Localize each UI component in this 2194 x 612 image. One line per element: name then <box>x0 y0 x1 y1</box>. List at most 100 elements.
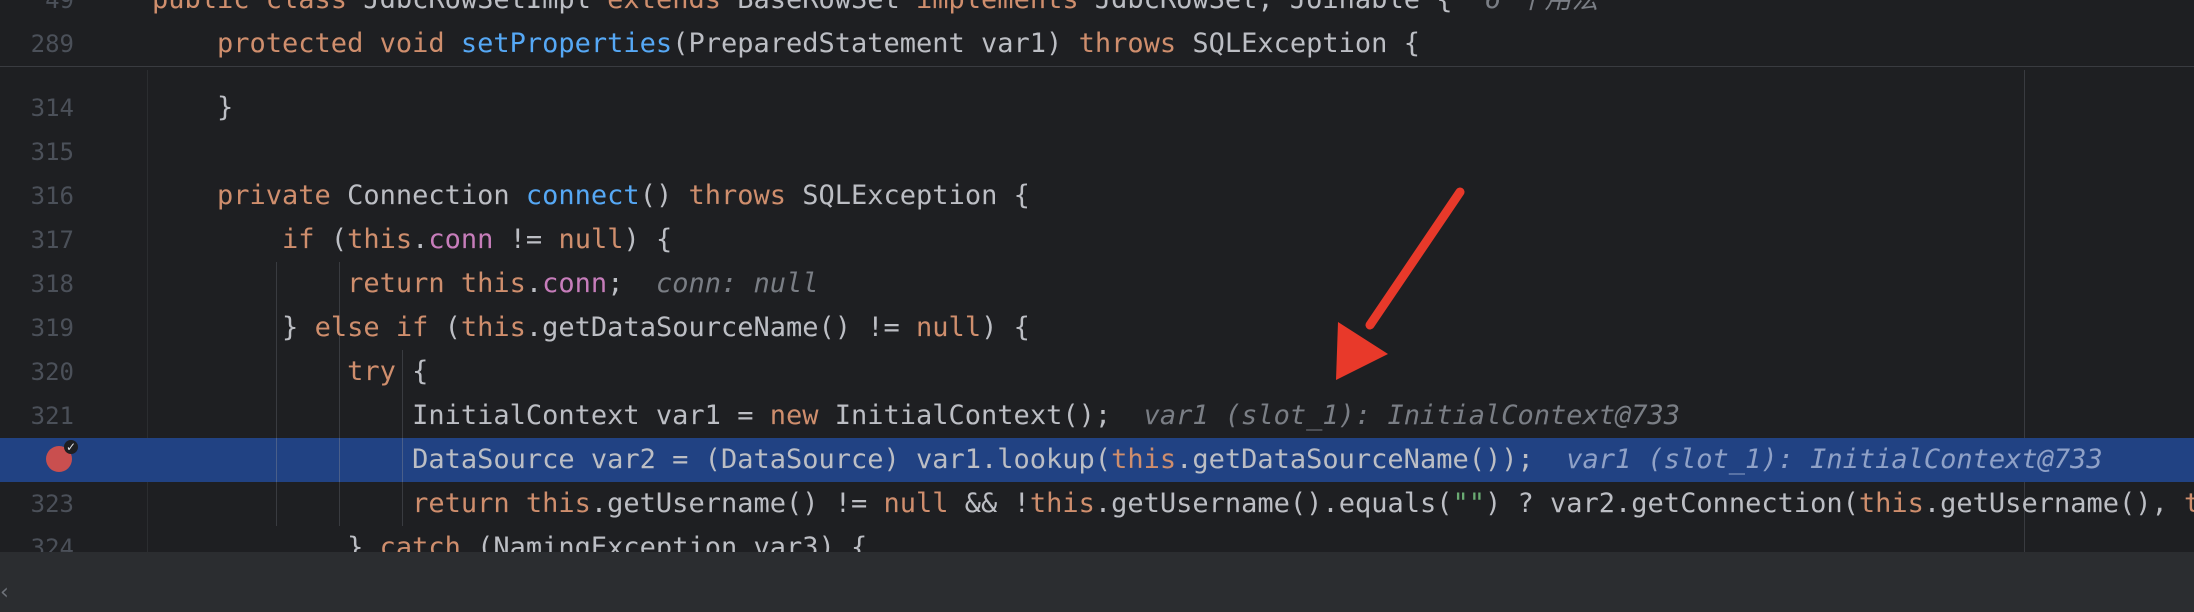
breakpoint-icon[interactable]: ✓ <box>46 440 78 472</box>
line-number[interactable]: 289 <box>0 22 74 66</box>
sticky-line[interactable]: 49 public class JdbcRowSetImpl extends Ba… <box>0 0 2194 22</box>
line-number[interactable]: 315 <box>0 130 74 174</box>
code-line[interactable]: 315 <box>0 130 2194 174</box>
line-number[interactable]: 317 <box>0 218 74 262</box>
code-token: ) { <box>623 224 673 255</box>
line-number[interactable]: 316 <box>0 174 74 218</box>
code-token: () <box>639 180 689 211</box>
chevron-left-icon[interactable]: ‹ <box>0 582 9 604</box>
line-number[interactable]: 319 <box>0 306 74 350</box>
code-token: new <box>769 400 835 431</box>
code-token: .getDataSourceName() != <box>525 312 917 343</box>
line-number[interactable]: 318 <box>0 262 74 306</box>
code-token: implements <box>916 0 1095 15</box>
sticky-header-separator <box>0 66 2194 67</box>
code-token: throws <box>688 180 803 211</box>
code-token: .getUsername().equals( <box>1094 488 1453 519</box>
code-token: Connection <box>347 180 526 211</box>
code-token: (NamingException var3) { <box>477 532 868 552</box>
code-token: protected void <box>152 28 461 59</box>
code-token: != <box>493 224 559 255</box>
code-token: this <box>1029 488 1095 519</box>
code-text[interactable]: InitialContext var1 = new InitialContext… <box>152 394 1680 438</box>
code-line[interactable]: 324 } catch (NamingException var3) { <box>0 526 2194 552</box>
code-token: SQLException { <box>1192 28 1420 59</box>
code-token: SQLException { <box>802 180 1030 211</box>
code-text[interactable]: } else if (this.getDataSourceName() != n… <box>152 306 1030 350</box>
code-token: this <box>1858 488 1924 519</box>
code-editor[interactable]: 314 } 315 316 private Connection connect()… <box>0 0 2194 552</box>
code-token: null <box>916 312 982 343</box>
code-text[interactable]: try { <box>152 350 428 394</box>
code-token: this <box>1111 444 1177 475</box>
code-token: JdbcRowSet, Joinable { <box>1095 0 1485 15</box>
code-line[interactable]: 314 } <box>0 86 2194 130</box>
code-token: conn <box>428 224 494 255</box>
code-text[interactable]: protected void setProperties(PreparedSta… <box>152 22 1420 66</box>
code-text[interactable]: if (this.conn != null) { <box>152 218 672 262</box>
code-token: && ! <box>948 488 1030 519</box>
code-text[interactable]: public class JdbcRowSetImpl extends Base… <box>152 0 1599 22</box>
code-token: .getUsername() != <box>590 488 884 519</box>
code-token: . <box>412 224 429 255</box>
code-token: . <box>525 268 543 299</box>
line-number[interactable]: 49 <box>0 0 74 22</box>
code-token: InitialContext(); <box>834 400 1144 431</box>
sticky-line[interactable]: 289 protected void setProperties(Prepare… <box>0 22 2194 66</box>
code-token: BaseRowSet <box>737 0 916 15</box>
code-token: .getUsername(), <box>1923 488 2184 519</box>
line-number[interactable]: 321 <box>0 394 74 438</box>
line-number[interactable]: 323 <box>0 482 74 526</box>
code-token: } <box>152 312 315 343</box>
code-token: DataSource var2 = (DataSource) var1.look… <box>152 444 1112 475</box>
code-token: InitialContext var1 = <box>152 400 770 431</box>
code-token: extends <box>607 0 737 15</box>
code-token: public class <box>152 0 363 15</box>
code-token: { <box>412 356 429 387</box>
code-text[interactable]: DataSource var2 = (DataSource) var1.look… <box>152 438 2103 482</box>
code-token: null <box>558 224 624 255</box>
code-token: } <box>152 92 234 123</box>
code-token: private <box>152 180 348 211</box>
code-token: ( <box>444 312 461 343</box>
status-bar: ‹ <box>0 552 2194 612</box>
code-text[interactable]: return this.conn; conn: null <box>152 262 818 306</box>
line-number[interactable]: 314 <box>0 86 74 130</box>
check-icon: ✓ <box>64 440 78 454</box>
code-token: throws <box>1078 28 1193 59</box>
sticky-scroll-header[interactable]: 49 public class JdbcRowSetImpl extends Ba… <box>0 0 2194 70</box>
code-token: this <box>460 312 526 343</box>
code-line[interactable]: 319 } else if (this.getDataSourceName() … <box>0 306 2194 350</box>
line-number[interactable]: 324 <box>0 526 74 552</box>
code-token: this <box>347 224 413 255</box>
code-token: ) ? var2.getConnection( <box>1485 488 1859 519</box>
code-text[interactable]: private Connection connect() throws SQLE… <box>152 174 1030 218</box>
code-line[interactable]: 321 InitialContext var1 = new InitialCon… <box>0 394 2194 438</box>
code-token: JdbcRowSetImpl <box>363 0 607 15</box>
code-text[interactable]: } catch (NamingException var3) { <box>152 526 867 552</box>
code-line[interactable]: 316 private Connection connect() throws … <box>0 174 2194 218</box>
code-text[interactable]: return this.getUsername() != null && !th… <box>152 482 2194 526</box>
code-text[interactable]: } <box>152 86 233 130</box>
code-token: ) { <box>981 312 1030 343</box>
code-token: catch <box>379 532 478 552</box>
code-token: try <box>152 356 413 387</box>
inline-debug-hint: var1 (slot_1): InitialContext@733 <box>1143 400 1681 431</box>
code-token: return <box>152 268 461 299</box>
code-line[interactable]: 318 return this.conn; conn: null <box>0 262 2194 306</box>
current-execution-line[interactable]: ✓ DataSource var2 = (DataSource) var1.lo… <box>0 438 2194 482</box>
code-token: conn <box>542 268 608 299</box>
code-token: if <box>152 224 331 255</box>
code-token: ( <box>330 224 348 255</box>
code-line[interactable]: 317 if (this.conn != null) { <box>0 218 2194 262</box>
line-number[interactable]: 320 <box>0 350 74 394</box>
code-line[interactable]: 320 try { <box>0 350 2194 394</box>
inline-debug-hint: 6 个用法 <box>1485 0 1599 15</box>
inline-debug-hint: var1 (slot_1): InitialContext@733 <box>1566 444 2103 475</box>
code-token: this <box>460 268 526 299</box>
code-token: else if <box>314 312 445 343</box>
code-token: this <box>2184 488 2194 519</box>
code-token: return <box>152 488 526 519</box>
code-line[interactable]: 323 return this.getUsername() != null &&… <box>0 482 2194 526</box>
code-token: (PreparedStatement var1) <box>672 28 1079 59</box>
